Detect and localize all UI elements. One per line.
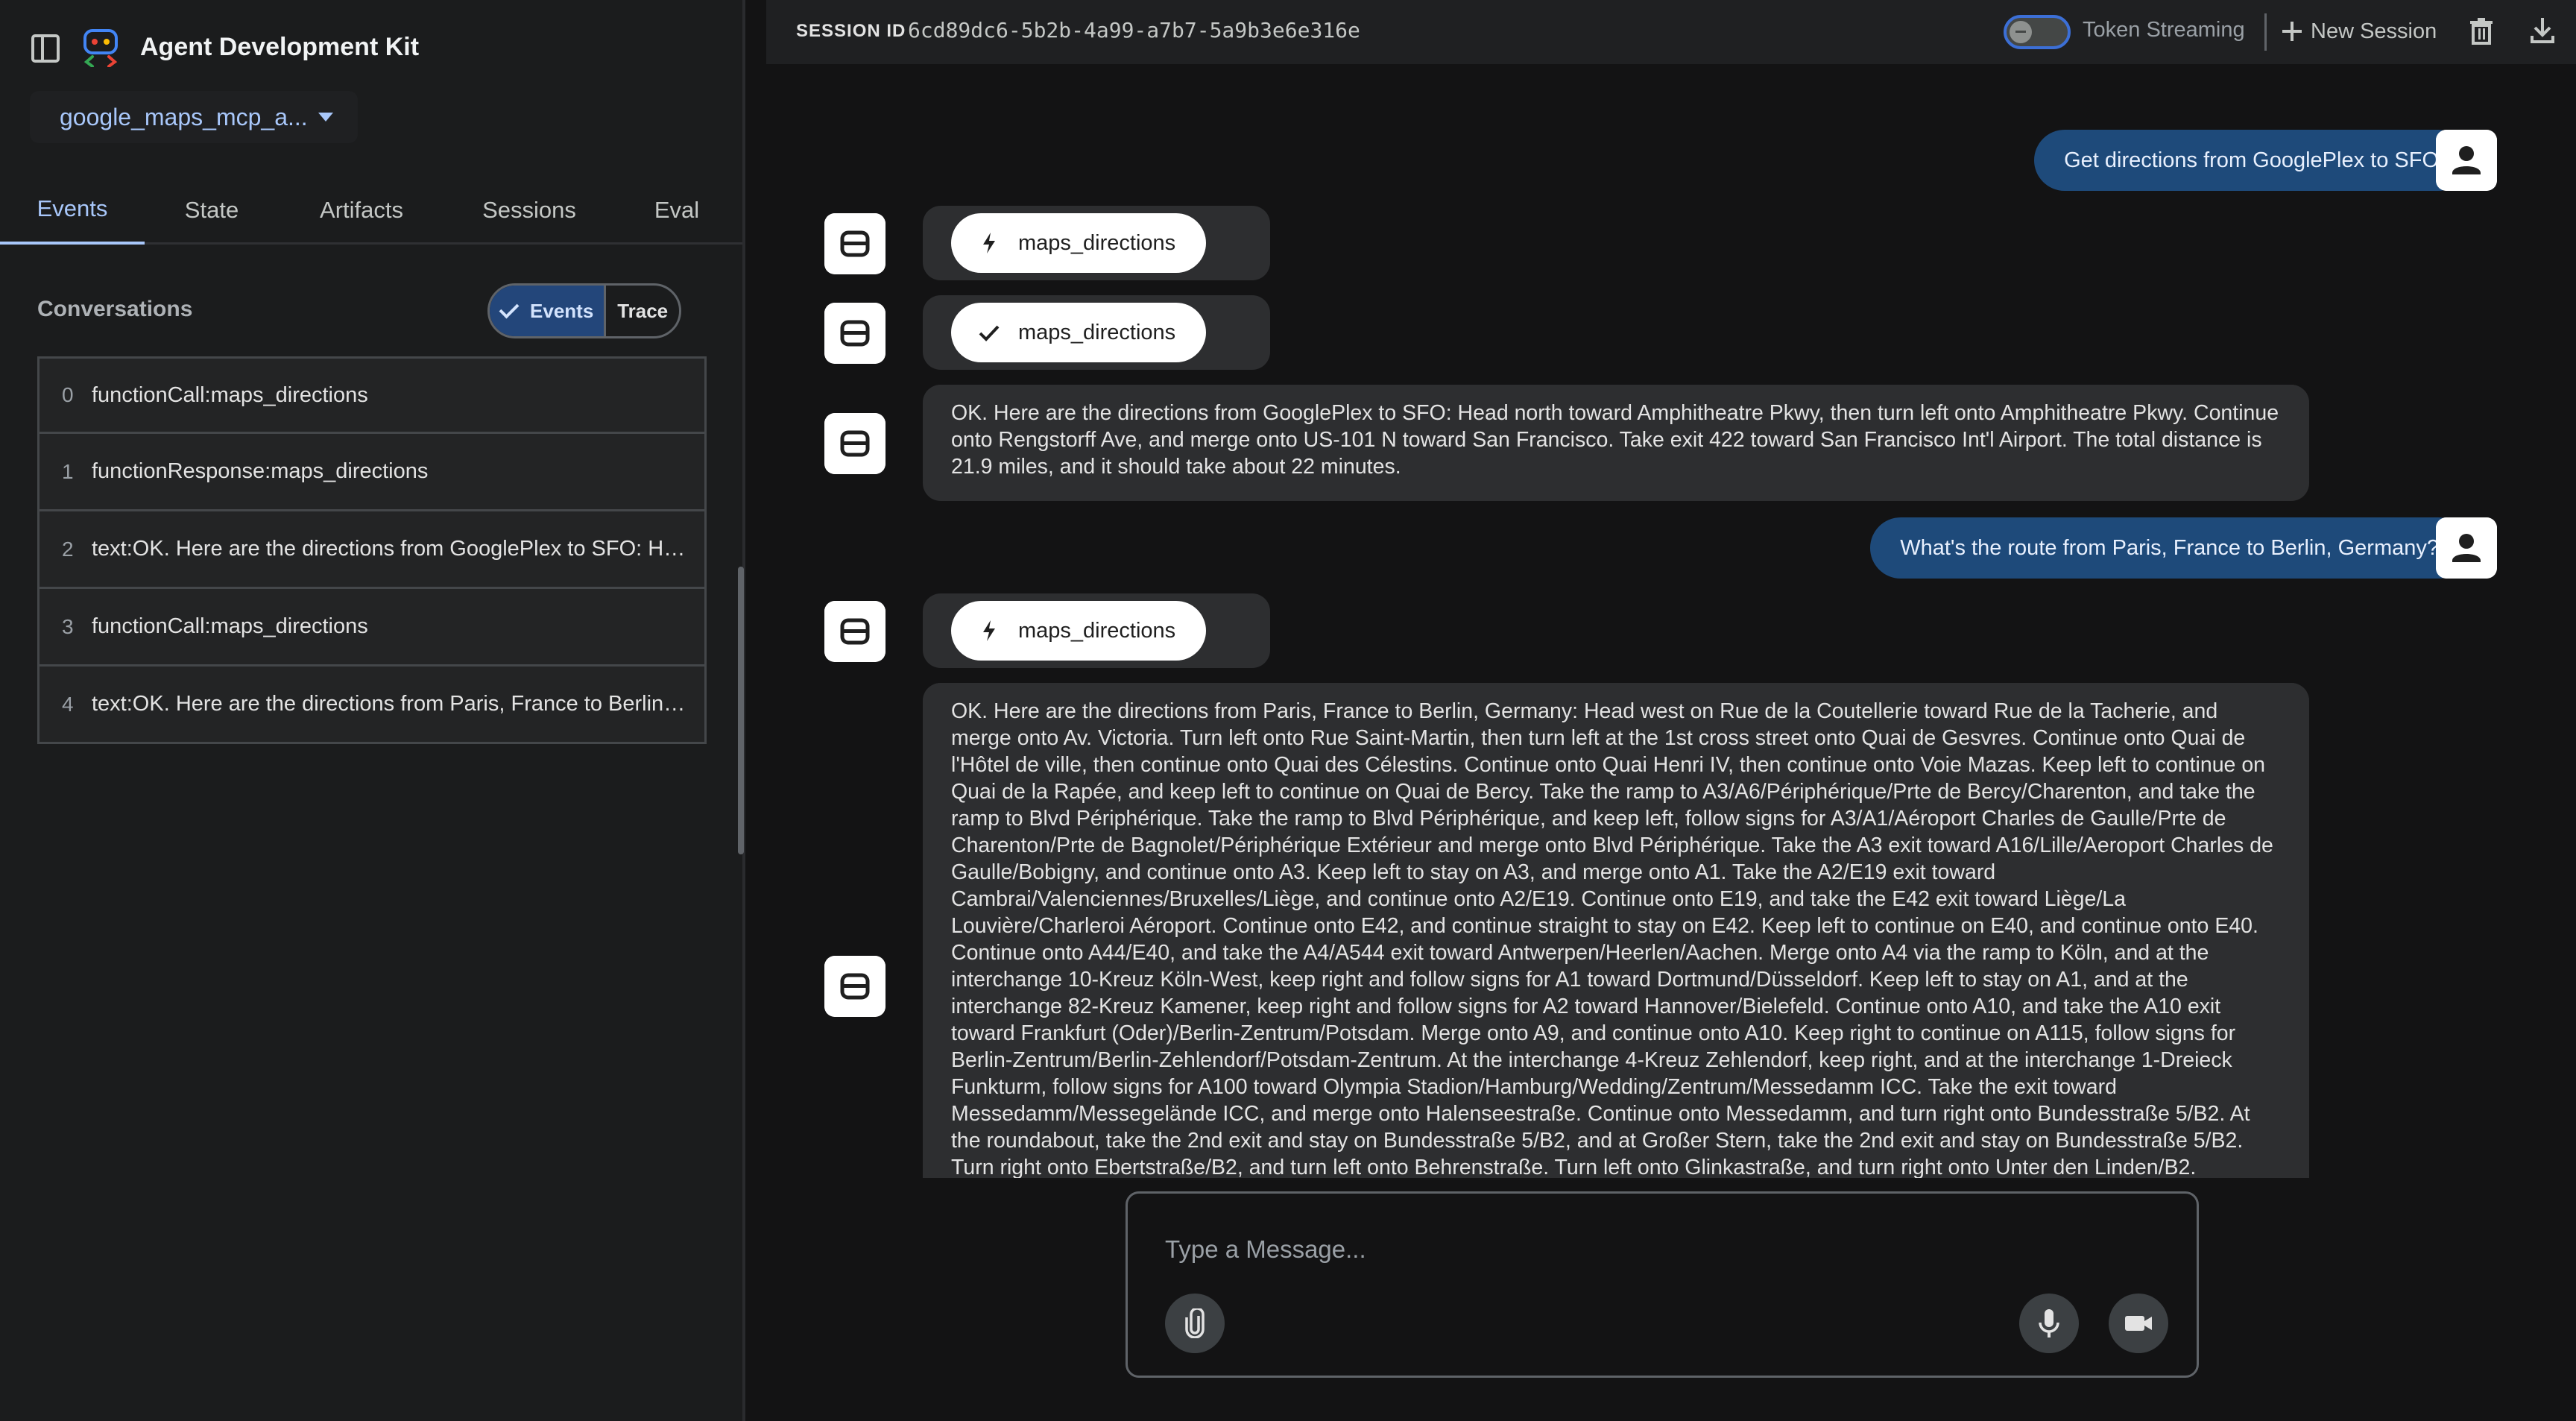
user-message: What's the route from Paris, France to B…	[1870, 517, 2469, 579]
user-avatar-icon	[2436, 517, 2497, 579]
user-message: Get directions from GooglePlex to SFO	[2034, 130, 2469, 191]
event-row[interactable]: 0 functionCall:maps_directions	[37, 356, 707, 434]
bot-message: OK. Here are the directions from Paris, …	[923, 683, 2309, 1178]
event-index: 0	[62, 383, 74, 406]
app-selector[interactable]: google_maps_mcp_a...	[30, 91, 358, 143]
event-index: 1	[62, 459, 74, 483]
session-header: SESSION ID 6cd89dc6-5b2b-4a99-a7b7-5a9b3…	[766, 0, 2576, 64]
tab-state[interactable]: State	[145, 176, 279, 245]
bot-avatar-icon	[824, 956, 886, 1017]
function-call-message: maps_directions	[923, 206, 1270, 280]
message-composer	[1126, 1191, 2199, 1378]
sidebar-header: Agent Development Kit	[0, 0, 745, 97]
main-panel: SESSION ID 6cd89dc6-5b2b-4a99-a7b7-5a9b3…	[748, 0, 2576, 1421]
function-name: maps_directions	[1018, 320, 1176, 344]
event-row[interactable]: 1 functionResponse:maps_directions	[37, 434, 707, 511]
chat-area[interactable]: Get directions from GooglePlex to SFO ma…	[748, 64, 2576, 1178]
event-text: functionResponse:maps_directions	[92, 459, 429, 483]
tab-eval[interactable]: Eval	[614, 176, 739, 245]
message-input[interactable]	[1165, 1231, 2134, 1268]
switch-knob	[2010, 21, 2032, 43]
event-row[interactable]: 4 text:OK. Here are the directions from …	[37, 667, 707, 744]
event-text: text:OK. Here are the directions from Pa…	[92, 692, 688, 716]
check-icon	[499, 298, 520, 319]
attach-button[interactable]	[1165, 1294, 1225, 1353]
function-call-chip[interactable]: maps_directions	[951, 213, 1206, 273]
events-trace-toggle: Events Trace	[487, 283, 681, 338]
tab-artifacts[interactable]: Artifacts	[279, 176, 444, 245]
bot-avatar-icon	[824, 601, 886, 662]
sidebar-tabs: Events State Artifacts Sessions Eval	[0, 176, 742, 245]
conversations-heading: Conversations	[37, 297, 193, 321]
token-streaming-label: Token Streaming	[2083, 18, 2245, 42]
sidebar: Agent Development Kit google_maps_mcp_a.…	[0, 0, 745, 1421]
event-text: functionCall:maps_directions	[92, 382, 368, 407]
check-icon	[979, 325, 1000, 341]
function-call-message: maps_directions	[923, 593, 1270, 668]
event-row[interactable]: 3 functionCall:maps_directions	[37, 589, 707, 667]
header-divider	[2264, 13, 2267, 51]
app-title: Agent Development Kit	[140, 33, 420, 61]
user-avatar-icon	[2436, 130, 2497, 191]
bot-avatar-icon	[824, 213, 886, 274]
event-text: text:OK. Here are the directions from Go…	[92, 537, 688, 561]
event-index: 4	[62, 692, 74, 716]
download-icon[interactable]	[2530, 16, 2555, 45]
microphone-icon	[2039, 1309, 2059, 1337]
function-name: maps_directions	[1018, 618, 1176, 643]
events-view-label: Events	[530, 299, 594, 322]
adk-logo-icon	[83, 29, 118, 67]
bot-avatar-icon	[824, 413, 886, 474]
new-session-label: New Session	[2311, 19, 2437, 43]
paperclip-icon	[1185, 1308, 1205, 1338]
session-id-value: 6cd89dc6-5b2b-4a99-a7b7-5a9b3e6e316e	[908, 18, 1360, 42]
token-streaming-switch[interactable]	[2004, 15, 2071, 49]
camera-button[interactable]	[2109, 1294, 2168, 1353]
bolt-icon	[983, 620, 995, 641]
bot-message-text: OK. Here are the directions from Paris, …	[923, 683, 2309, 1178]
bot-message-text: OK. Here are the directions from GoogleP…	[923, 385, 2309, 495]
dropdown-caret-icon	[318, 113, 333, 122]
plus-icon	[2282, 22, 2302, 41]
bolt-icon	[983, 233, 995, 253]
trace-view-button[interactable]: Trace	[606, 286, 679, 336]
video-camera-icon	[2125, 1316, 2152, 1331]
tab-sessions[interactable]: Sessions	[444, 176, 614, 245]
event-index: 3	[62, 614, 74, 638]
event-row[interactable]: 2 text:OK. Here are the directions from …	[37, 511, 707, 589]
sidebar-scrollbar[interactable]	[738, 567, 744, 854]
app-selector-value: google_maps_mcp_a...	[60, 103, 308, 130]
tab-events[interactable]: Events	[0, 176, 145, 245]
session-id-label: SESSION ID	[796, 21, 906, 41]
bot-avatar-icon	[824, 303, 886, 364]
function-name: maps_directions	[1018, 230, 1176, 255]
bot-message: OK. Here are the directions from GoogleP…	[923, 385, 2309, 501]
microphone-button[interactable]	[2019, 1294, 2079, 1353]
events-view-button[interactable]: Events	[490, 286, 607, 336]
event-list: 0 functionCall:maps_directions 1 functio…	[37, 356, 707, 744]
sidebar-toggle-icon[interactable]	[31, 34, 60, 63]
function-response-chip[interactable]: maps_directions	[951, 303, 1206, 362]
event-index: 2	[62, 537, 74, 561]
new-session-button[interactable]: New Session	[2282, 16, 2437, 46]
event-text: functionCall:maps_directions	[92, 614, 368, 638]
function-response-message: maps_directions	[923, 295, 1270, 370]
delete-session-icon[interactable]	[2470, 18, 2493, 45]
function-call-chip[interactable]: maps_directions	[951, 601, 1206, 661]
